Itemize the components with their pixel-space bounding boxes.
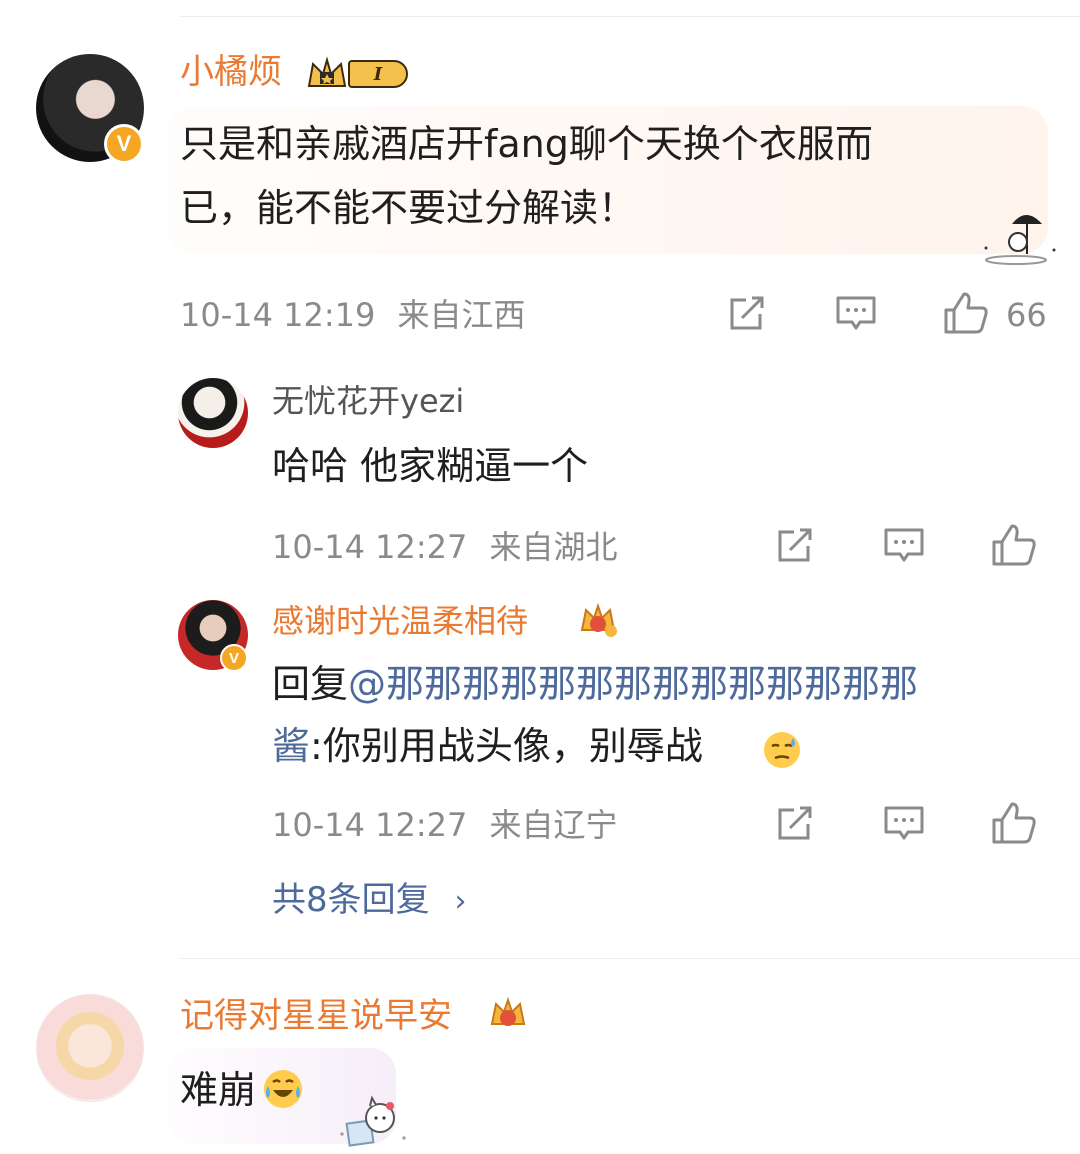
umbrella-sticker-icon bbox=[976, 204, 1060, 272]
comment-icon bbox=[836, 296, 876, 330]
location: 来自江西 bbox=[397, 296, 526, 334]
username[interactable]: 感谢时光温柔相待 bbox=[272, 600, 528, 642]
more-replies-link[interactable]: 共8条回复 › bbox=[272, 878, 466, 924]
mention-link-continued[interactable]: 酱 bbox=[272, 724, 310, 768]
comment-icon bbox=[884, 528, 924, 562]
verified-v-icon: V bbox=[220, 644, 248, 672]
comment-text: 难崩 bbox=[180, 1068, 257, 1112]
repost-button[interactable] bbox=[774, 526, 816, 570]
reply-text-line-2: 酱:你别用战头像，别辱战 bbox=[272, 720, 703, 772]
kitty-sticker-icon bbox=[334, 1088, 410, 1154]
avatar[interactable] bbox=[178, 378, 248, 448]
repost-button[interactable] bbox=[774, 804, 816, 848]
thumbs-up-icon bbox=[992, 524, 1036, 566]
timestamp: 10-14 12:27 bbox=[272, 528, 468, 566]
comment-meta: 10-14 12:19 来自江西 bbox=[180, 294, 526, 336]
timestamp: 10-14 12:27 bbox=[272, 806, 468, 844]
comment-text-line-1: 只是和亲戚酒店开fang聊个天换个衣服而 bbox=[180, 122, 873, 166]
laugh-cry-emoji-icon bbox=[262, 1068, 304, 1114]
reply-body: :你别用战头像，别辱战 bbox=[310, 724, 703, 768]
reply-meta: 10-14 12:27 来自湖北 bbox=[272, 526, 618, 568]
crown-icon bbox=[305, 56, 349, 94]
username[interactable]: 记得对星星说早安 bbox=[180, 994, 452, 1038]
repost-icon bbox=[778, 806, 812, 840]
location: 来自湖北 bbox=[489, 528, 618, 566]
thumbs-up-icon bbox=[992, 802, 1036, 844]
divider bbox=[180, 958, 1080, 959]
sweat-emoji-icon bbox=[762, 730, 802, 774]
repost-icon bbox=[778, 528, 812, 562]
comment-button[interactable] bbox=[834, 294, 878, 338]
more-replies-label: 共8条回复 bbox=[272, 880, 430, 920]
verified-v-icon: V bbox=[104, 124, 144, 164]
username[interactable]: 无忧花开yezi bbox=[272, 380, 464, 422]
reply-text: 哈哈 他家糊逼一个 bbox=[272, 444, 589, 488]
comment-icon bbox=[884, 806, 924, 840]
username[interactable]: 小橘烦 bbox=[180, 50, 282, 94]
reply-text-line-1: 回复@那那那那那那那那那那那那那那 bbox=[272, 658, 918, 710]
like-count: 66 bbox=[1006, 296, 1047, 334]
reply-meta: 10-14 12:27 来自辽宁 bbox=[272, 804, 618, 846]
like-button[interactable] bbox=[990, 522, 1038, 572]
level-badge: I bbox=[348, 60, 408, 88]
crown-icon bbox=[488, 996, 528, 1036]
comment-text-line-2: 已，能不能不要过分解读！ bbox=[180, 186, 637, 230]
avatar[interactable] bbox=[36, 994, 144, 1102]
like-button[interactable] bbox=[942, 290, 990, 340]
chevron-right-icon: › bbox=[454, 884, 467, 919]
divider-top bbox=[180, 16, 1080, 17]
like-button[interactable] bbox=[990, 800, 1038, 850]
comment-button[interactable] bbox=[882, 804, 926, 848]
level-text: I bbox=[373, 63, 383, 85]
timestamp: 10-14 12:19 bbox=[180, 296, 376, 334]
reply-prefix: 回复 bbox=[272, 662, 349, 706]
thumbs-up-icon bbox=[944, 292, 988, 334]
comment-button[interactable] bbox=[882, 526, 926, 570]
crown-icon bbox=[578, 602, 618, 642]
repost-button[interactable] bbox=[726, 294, 768, 338]
mention-link[interactable]: @那那那那那那那那那那那那那那 bbox=[348, 662, 918, 706]
repost-icon bbox=[730, 296, 764, 330]
location: 来自辽宁 bbox=[489, 806, 618, 844]
